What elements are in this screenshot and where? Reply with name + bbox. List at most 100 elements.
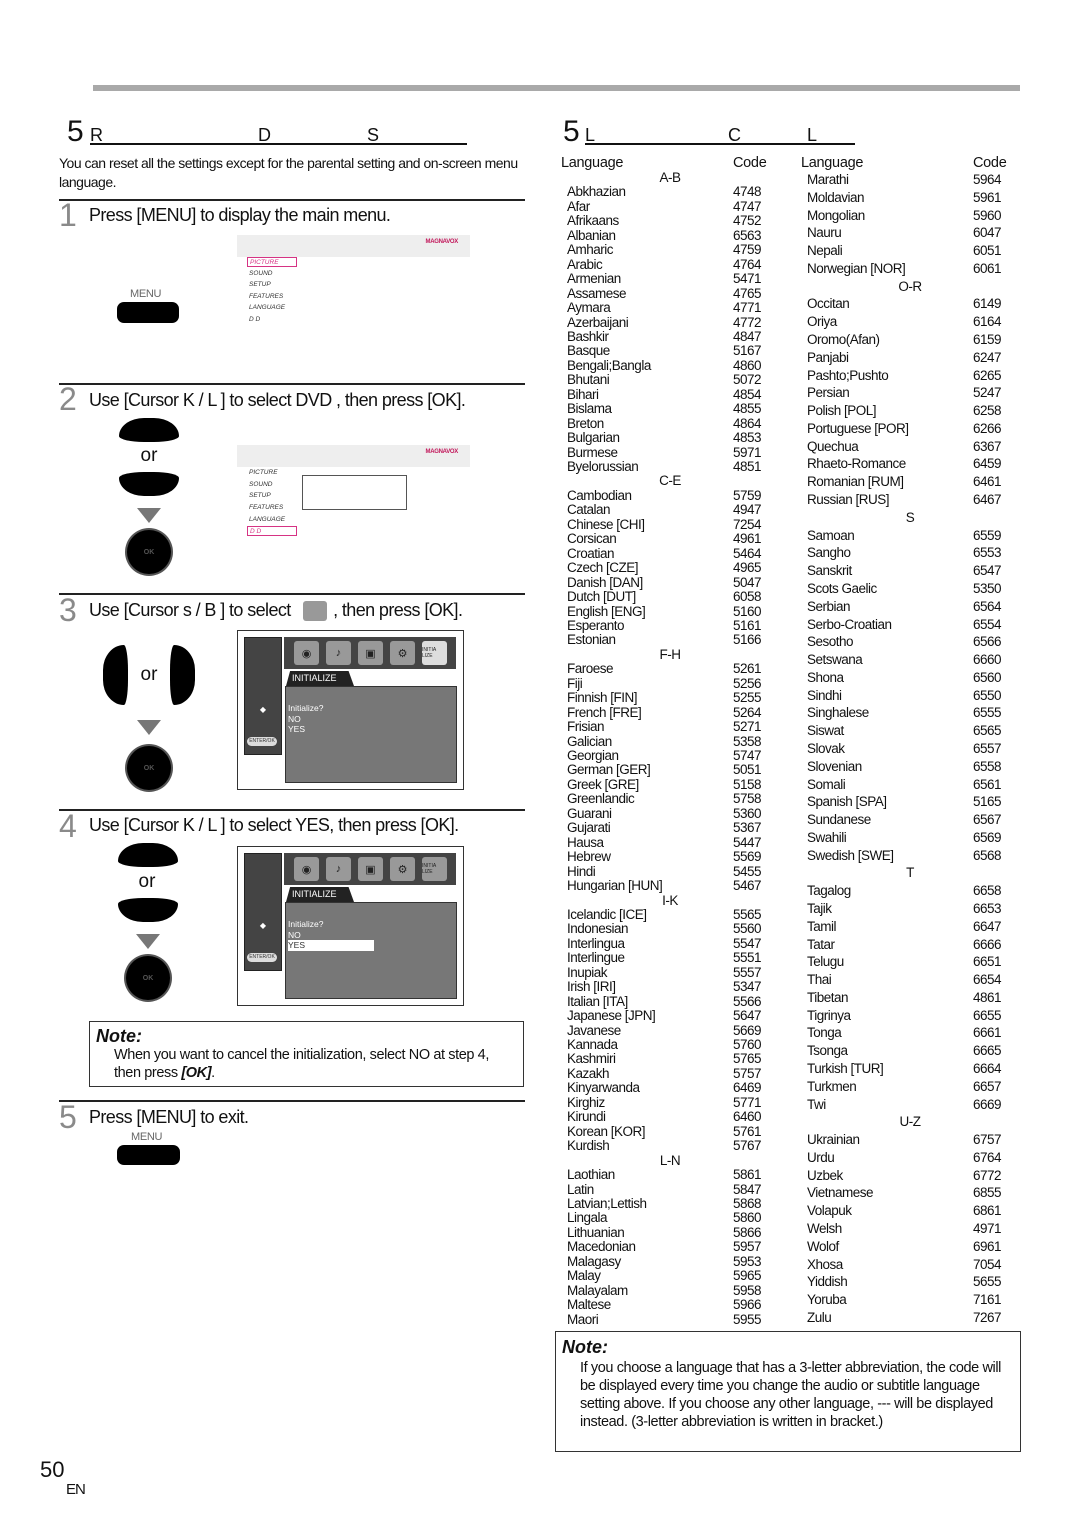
- menu-item-sound[interactable]: SOUND: [247, 480, 297, 490]
- column-header-language: Language: [801, 155, 864, 171]
- divider: [59, 1100, 525, 1102]
- language-code: 5447: [733, 834, 762, 850]
- step-text: Use [Cursor K / L ] to select DVD , then…: [89, 390, 466, 410]
- language-code: 5761: [733, 1123, 762, 1139]
- language-code: 5051: [733, 762, 762, 778]
- page-number: 50: [40, 1457, 65, 1482]
- language-name: Pashto;Pushto: [807, 367, 889, 383]
- language-code: 4864: [733, 415, 762, 431]
- language-name: Bulgarian: [567, 430, 620, 446]
- menu-item-picture[interactable]: PICTURE: [247, 468, 297, 478]
- menu-item-features[interactable]: FEATURES: [247, 292, 297, 302]
- ok-button[interactable]: OK: [126, 956, 170, 1000]
- language-code: 6557: [973, 740, 1002, 756]
- language-code: 6258: [973, 403, 1002, 419]
- language-name: Sundanese: [807, 812, 871, 828]
- language-code: 5847: [733, 1181, 762, 1197]
- language-name: Faroese: [567, 661, 614, 677]
- language-name: Javanese: [567, 1022, 621, 1038]
- language-code: 5965: [733, 1268, 762, 1284]
- language-code: 6855: [973, 1185, 1002, 1201]
- language-code: 5360: [733, 805, 762, 821]
- note-text: If you choose a language that has a 3-le…: [580, 1360, 1001, 1430]
- disc-icon[interactable]: ◉: [294, 641, 319, 665]
- language-code: 6467: [973, 492, 1002, 508]
- language-name: Norwegian [NOR]: [807, 260, 906, 276]
- initialize-icon[interactable]: INITIA LIZE: [422, 641, 447, 665]
- cursor-right-button[interactable]: [170, 645, 195, 705]
- language-name: Corsican: [567, 531, 617, 547]
- language-name: Russian [RUS]: [807, 492, 890, 508]
- disc-icon[interactable]: ◉: [294, 857, 319, 881]
- section-header: O-R: [898, 278, 922, 294]
- cursor-left-button[interactable]: [103, 645, 128, 705]
- section-header: L-N: [659, 1152, 681, 1168]
- language-name: Maltese: [567, 1297, 611, 1313]
- menu-item-sound[interactable]: SOUND: [247, 269, 297, 279]
- language-code: 6553: [973, 545, 1002, 561]
- language-name: Quechua: [807, 438, 859, 454]
- icon-bar: ◉ ♪ ▣ ⚙ INITIA LIZE: [284, 637, 456, 669]
- language-code: 5955: [733, 1311, 762, 1327]
- submenu-box: [302, 475, 407, 510]
- menu-item-dvd[interactable]: D D: [247, 526, 297, 536]
- section-header: S: [905, 509, 915, 525]
- menu-button[interactable]: [117, 302, 179, 323]
- menu-item-language[interactable]: LANGUAGE: [247, 303, 297, 313]
- language-name: Swedish [SWE]: [807, 847, 894, 863]
- option-yes-selected[interactable]: YES: [288, 940, 374, 951]
- language-name: Welsh: [807, 1221, 842, 1237]
- language-code: 6047: [973, 225, 1002, 241]
- lock-icon[interactable]: ▣: [358, 641, 383, 665]
- language-name: Tibetan: [807, 989, 849, 1005]
- language-name: Lithuanian: [567, 1224, 625, 1240]
- language-code: 6149: [973, 296, 1002, 312]
- menu-item-dvd[interactable]: D D: [247, 315, 297, 325]
- section-header: F-H: [659, 646, 682, 662]
- language-code: 5758: [733, 791, 762, 807]
- cursor-up-button[interactable]: [119, 418, 179, 442]
- language-code: 5256: [733, 675, 762, 691]
- language-code: 6654: [973, 972, 1002, 988]
- language-name: Scots Gaelic: [807, 580, 877, 596]
- cursor-down-button[interactable]: [119, 472, 179, 496]
- option-no[interactable]: NO: [288, 714, 454, 725]
- ok-button[interactable]: OK: [127, 746, 171, 790]
- language-code: 5350: [973, 580, 1002, 596]
- lock-icon[interactable]: ▣: [358, 857, 383, 881]
- language-code: 5560: [733, 921, 762, 937]
- language-code: 5464: [733, 545, 762, 561]
- language-code: 6265: [973, 367, 1002, 383]
- ok-button[interactable]: OK: [127, 530, 171, 574]
- speaker-icon[interactable]: ♪: [326, 641, 351, 665]
- language-code: 5861: [733, 1167, 762, 1183]
- language-code: 7161: [973, 1292, 1002, 1308]
- menu-item-setup[interactable]: SETUP: [247, 280, 297, 290]
- settings-icon[interactable]: ⚙: [390, 857, 415, 881]
- menu-item-picture[interactable]: PICTURE: [247, 257, 297, 267]
- initialize-icon[interactable]: INITIA LIZE: [422, 857, 447, 881]
- initialize-question: Initialize?: [288, 919, 324, 929]
- language-name: Romanian [RUM]: [807, 474, 904, 490]
- cursor-up-button[interactable]: [118, 843, 178, 867]
- settings-icon[interactable]: ⚙: [390, 641, 415, 665]
- menu-item-setup[interactable]: SETUP: [247, 491, 297, 501]
- menu-item-language[interactable]: LANGUAGE: [247, 515, 297, 525]
- option-no[interactable]: NO: [288, 930, 454, 941]
- language-code: 5958: [733, 1282, 762, 1298]
- language-name: Assamese: [567, 285, 627, 301]
- or-label: or: [140, 445, 158, 466]
- divider: [59, 199, 525, 201]
- language-code: 6550: [973, 687, 1002, 703]
- language-name: Kinyarwanda: [567, 1080, 640, 1096]
- option-yes[interactable]: YES: [288, 724, 454, 735]
- language-code: 5247: [973, 385, 1002, 401]
- menu-button[interactable]: [117, 1145, 180, 1165]
- menu-item-features[interactable]: FEATURES: [247, 503, 297, 513]
- language-code: 4861: [973, 989, 1002, 1005]
- language-name: Nepali: [807, 243, 843, 259]
- language-name: Bengali;Bangla: [567, 357, 651, 373]
- speaker-icon[interactable]: ♪: [326, 857, 351, 881]
- language-name: Latvian;Lettish: [567, 1195, 647, 1211]
- cursor-down-button[interactable]: [118, 898, 178, 922]
